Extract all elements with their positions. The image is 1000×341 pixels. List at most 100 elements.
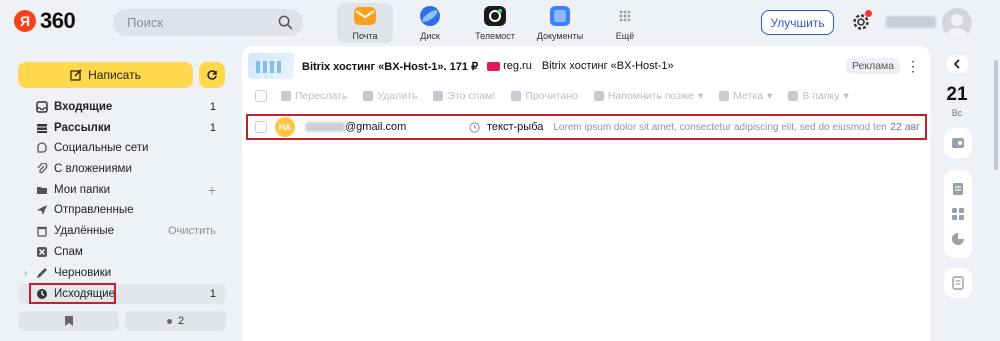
- folder-trash[interactable]: Удалённые Очистить: [18, 221, 226, 241]
- app-more-label: Ещё: [615, 31, 635, 41]
- folder-label: С вложениями: [54, 163, 132, 175]
- folder-sent[interactable]: Отправленные: [18, 200, 226, 220]
- spam-button[interactable]: Это спам!: [433, 90, 495, 102]
- app-disk-label: Диск: [420, 31, 440, 41]
- unread-filter-button[interactable]: 2: [125, 311, 226, 331]
- inbox-icon: [36, 101, 48, 113]
- folder-label: Входящие: [54, 101, 113, 113]
- folder-label: Социальные сети: [54, 142, 149, 154]
- pie-chart-icon[interactable]: [951, 232, 965, 246]
- ad-site: reg.ru: [503, 60, 532, 72]
- bookmark-icon: [64, 316, 73, 326]
- ad-more-icon[interactable]: ⋮: [906, 56, 920, 76]
- delete-button[interactable]: Удалить: [363, 90, 417, 102]
- highlight-outbox-frame: [29, 283, 116, 304]
- tag-icon: [719, 91, 730, 101]
- app-documents[interactable]: Документы: [532, 3, 588, 43]
- folder-icon: [788, 91, 799, 101]
- app-telemost[interactable]: Телемост: [467, 3, 523, 43]
- search-box[interactable]: [113, 9, 303, 36]
- app-mail-label: Почта: [352, 31, 378, 41]
- widgets-grid-icon[interactable]: [951, 207, 965, 221]
- delete-label: Удалить: [377, 90, 418, 102]
- notes-icon[interactable]: [951, 182, 965, 196]
- mark-read-label: Прочитано: [525, 90, 578, 102]
- documents-app-icon: [550, 6, 570, 26]
- forward-label: Переслать: [295, 90, 348, 102]
- trash-icon: [36, 225, 48, 237]
- document-icon: [952, 276, 964, 290]
- label-button[interactable]: Метка ▾: [719, 90, 772, 102]
- folder-attachments[interactable]: С вложениями: [18, 159, 226, 179]
- remind-later-button[interactable]: Напомнить позже ▾: [593, 90, 704, 102]
- regru-logo-icon: [487, 61, 501, 71]
- app-disk[interactable]: Диск: [402, 3, 458, 43]
- collapse-rail-button[interactable]: [946, 55, 968, 73]
- folder-label: Мои папки: [54, 184, 111, 196]
- calendar-day[interactable]: 21: [940, 84, 974, 106]
- scrollbar-thumb[interactable]: [994, 60, 998, 170]
- logo-text: 360: [40, 8, 76, 33]
- ad-badge: Реклама: [846, 58, 901, 74]
- ad-text: Bitrix хостинг «BX-Host-1»: [541, 60, 674, 72]
- label-label: Метка: [733, 90, 764, 102]
- send-icon: [36, 204, 48, 216]
- spam-label: Это спам!: [447, 90, 496, 102]
- app-documents-label: Документы: [536, 31, 584, 41]
- yandex-360-logo[interactable]: Я 360: [14, 8, 76, 33]
- user-avatar[interactable]: [942, 8, 972, 38]
- ad-banner[interactable]: Bitrix хостинг «BX-Host-1». 171 ₽ reg.ru…: [248, 52, 926, 80]
- folder-count: 1: [209, 288, 216, 300]
- search-icon[interactable]: [278, 15, 293, 30]
- folder-my-folders[interactable]: Мои папки +: [18, 180, 226, 200]
- app-mail[interactable]: Почта: [337, 3, 393, 43]
- refresh-icon: [207, 70, 217, 80]
- trash-icon: [363, 91, 374, 101]
- refresh-button[interactable]: [199, 62, 225, 88]
- forward-button[interactable]: Переслать: [281, 90, 347, 102]
- add-folder-button[interactable]: +: [200, 182, 226, 198]
- select-all-checkbox[interactable]: [255, 90, 267, 102]
- calendar-weekday: Вс: [951, 108, 963, 118]
- folder-newsletters[interactable]: Рассылки 1: [18, 118, 226, 138]
- folder-spam[interactable]: Спам: [18, 242, 226, 262]
- app-telemost-label: Телемост: [475, 31, 515, 41]
- top-bar: Я 360 Почта Диск Телемост: [0, 0, 1000, 44]
- mark-read-button[interactable]: Прочитано: [511, 90, 578, 102]
- user-name-blurred[interactable]: [886, 16, 936, 28]
- social-icon: [36, 142, 48, 154]
- compose-pencil-icon: [70, 69, 82, 81]
- folder-label: Удалённые: [54, 225, 114, 237]
- search-input[interactable]: [127, 13, 277, 32]
- folder-icon: [36, 184, 48, 196]
- rail-card-contacts[interactable]: [944, 128, 972, 158]
- folder-label: Отправленные: [54, 204, 134, 216]
- chevron-down-icon: ▾: [697, 90, 704, 102]
- spam-icon: [433, 91, 444, 101]
- bookmarks-button[interactable]: [18, 311, 119, 331]
- chevron-down-icon: ▾: [767, 90, 773, 102]
- mail-app-icon: [354, 7, 376, 25]
- notification-dot: [865, 10, 872, 17]
- unread-count: 2: [177, 315, 185, 327]
- folder-social[interactable]: Социальные сети: [18, 138, 226, 158]
- upgrade-button[interactable]: Улучшить: [761, 10, 834, 35]
- rail-card-docs[interactable]: [944, 268, 972, 298]
- ad-title: Bitrix хостинг «BX-Host-1». 171 ₽: [302, 60, 479, 73]
- yandex-logo-icon: Я: [14, 10, 36, 32]
- move-to-folder-button[interactable]: В папку ▾: [788, 90, 849, 102]
- folder-drafts[interactable]: Черновики: [18, 263, 226, 283]
- spam-icon: [36, 246, 48, 258]
- attachment-icon: [36, 163, 48, 175]
- contact-card-icon: [952, 138, 964, 148]
- folder-inbox[interactable]: Входящие 1: [18, 97, 226, 117]
- clear-trash-link[interactable]: Очистить: [168, 225, 226, 237]
- newsletters-icon: [36, 122, 48, 134]
- forward-icon: [281, 91, 291, 101]
- move-label: В папку: [802, 90, 840, 102]
- app-more[interactable]: Ещё: [597, 3, 653, 43]
- compose-button[interactable]: Написать: [18, 62, 193, 88]
- message-toolbar: Переслать Удалить Это спам! Прочитано На…: [248, 86, 926, 106]
- chevron-left-icon: [953, 59, 960, 69]
- folder-label: Спам: [54, 246, 83, 258]
